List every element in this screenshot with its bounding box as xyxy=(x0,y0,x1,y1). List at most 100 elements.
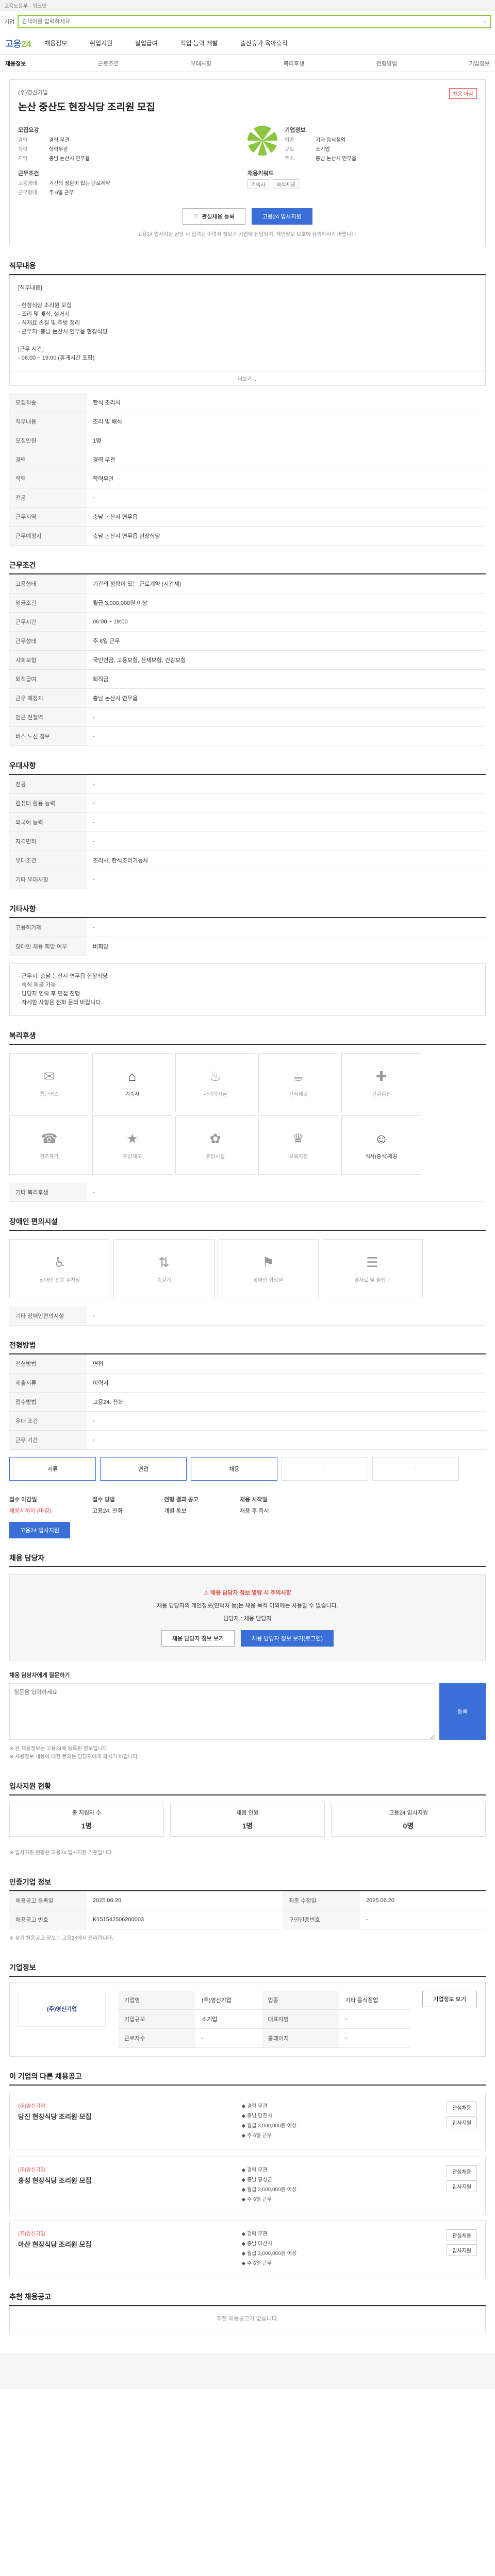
apply-notice: 고용24 입사지원 담당 시 입력된 이력서 정보가 기업에 전달되며, 개인정… xyxy=(137,232,358,238)
recruit-label: 모집요강 xyxy=(18,127,39,133)
logo[interactable]: 고용24 xyxy=(5,37,31,49)
facility-item: ⇅ 승강기 xyxy=(113,1239,214,1298)
section-title: 직무내용 xyxy=(9,261,486,275)
crown-icon: ♛ xyxy=(292,1130,305,1146)
tab-4[interactable]: 전형방법 xyxy=(376,59,397,67)
etc-table: 고용허가제 - 장애인 채용 희망 여부 비희망 xyxy=(9,918,486,956)
similar-job[interactable]: (주)영신기업 홍성 현장식당 조리원 모집 ◆ 경력 무관 ◆ 충남 홍성군 ◆ 월… xyxy=(9,2157,486,2213)
process-step: 서류 xyxy=(9,1457,96,1481)
gnb-item-1[interactable]: 취업지원 xyxy=(90,40,112,47)
health-icon: ✚ xyxy=(375,1068,387,1084)
logo-pre: 고용 xyxy=(5,39,22,49)
facility-item: ♿ 장애인 전용 주차장 xyxy=(9,1239,110,1298)
gnb-item-2[interactable]: 실업급여 xyxy=(135,40,158,47)
welfare-item: ✉ 통근버스 xyxy=(9,1053,89,1112)
star-icon: ★ xyxy=(126,1130,139,1146)
company-name[interactable]: (주)영신기업 xyxy=(18,88,477,96)
stat-item: 총 지원자 수 1명 xyxy=(9,1803,164,1837)
job-title: 논산 중산도 현장식당 조리원 모집 xyxy=(18,102,155,113)
search-icon[interactable]: ⌕ xyxy=(484,19,487,25)
save-button[interactable]: 관심채용 xyxy=(447,2165,477,2177)
disabled-table: 기타 장애인편의시설 - xyxy=(9,1307,486,1326)
company-info-button[interactable]: 기업정보 보기 xyxy=(422,1991,477,2007)
footer xyxy=(0,2353,495,2389)
more-button[interactable]: 더보기 ⌄ xyxy=(9,371,486,386)
section-title: 복리후생 xyxy=(9,1030,486,1045)
tab-2[interactable]: 우대사항 xyxy=(191,59,211,67)
warning-icon: ⚠ xyxy=(204,1590,209,1596)
search-input[interactable] xyxy=(22,19,484,25)
tab-5[interactable]: 기업정보 xyxy=(469,59,489,67)
section-title: 기타사항 xyxy=(9,904,486,918)
contact-view-button[interactable]: 채용 담당자 정보 보기 xyxy=(161,1630,235,1647)
elevator-icon: ⇅ xyxy=(158,1254,170,1270)
company-card: (주)영신기업 기업명 (주)영신기업 업종 기타 음식점업 기업규모 소기업 대표자명 -… xyxy=(9,1982,486,2057)
tags-label: 채용키워드 xyxy=(248,171,274,177)
process-step: - xyxy=(282,1457,368,1481)
section-title: 채용 담당자 xyxy=(9,1553,486,1567)
apply-button[interactable]: 고용24 입사지원 xyxy=(251,208,312,225)
save-button[interactable]: 관심채용 xyxy=(447,2229,477,2241)
process-table: 전형방법 면접 제출서류 이력서 접수방법 고용24, 전화 우대 조건 - 근무 기간… xyxy=(9,1354,486,1450)
gnb: 채용정보 취업지원 실업급여 직업 능력 개발 출산휴가 육아휴직 xyxy=(44,39,308,47)
welfare-item: ✿ 휴양시설 xyxy=(175,1115,255,1175)
deadline-info: 접수 마감일 채용시까지 (마감) 접수 방법 고용24, 전화 전형 결과 공고 개… xyxy=(9,1497,269,1514)
section-title: 장애인 편의시설 xyxy=(9,1216,486,1231)
process-steps: 서류 면접 채용 - - xyxy=(9,1450,486,1488)
process-step: 면접 xyxy=(100,1457,187,1481)
save-button[interactable]: 관심채용 xyxy=(447,2102,477,2113)
notes: ※ 본 채용정보는 고용24에 등록된 정보입니다. ※ 채용정보 내용에 대한… xyxy=(9,1746,139,1760)
tab-3[interactable]: 복리후생 xyxy=(284,59,304,67)
tab-1[interactable]: 근로조건 xyxy=(98,59,119,67)
ramp-icon: ☰ xyxy=(366,1254,378,1270)
apply-button[interactable]: 입사지원 xyxy=(447,2116,477,2128)
company-logo xyxy=(248,126,277,156)
disabled-grid: ♿ 장애인 전용 주차장 ⇅ 승강기 ⚑ 장애인 화장실 ☰ 경사로 및 출입구 xyxy=(9,1231,486,1307)
similar-job[interactable]: (주)영신기업 아산 현장식당 조리원 모집 ◆ 경력 무관 ◆ 충남 아산시 ◆ 월… xyxy=(9,2221,486,2277)
question-textarea[interactable] xyxy=(9,1683,435,1740)
welfare-item: ★ 포상제도 xyxy=(92,1115,172,1175)
header: 고용24 채용정보 취업지원 실업급여 직업 능력 개발 출산휴가 육아휴직 xyxy=(0,32,495,55)
stats-note: ※ 입사지원 현황은 고용24 입사지원 기준입니다. xyxy=(9,1850,113,1856)
conditions-table: 고용형태 기간의 정함이 있는 근로계약 (시간제) 임금조건 월급 3,000,0… xyxy=(9,574,486,746)
contact-login-button[interactable]: 채용 담당자 정보 보기(로그인) xyxy=(241,1630,334,1647)
welfare-item: ⌂ 기숙사 xyxy=(92,1053,172,1112)
summary-left: 모집요강 경력 경력 무관 학력 학력무관 지역 충남 논산시 연무읍 근무조건 고용… xyxy=(18,121,248,198)
search-scope[interactable]: 기업 xyxy=(4,18,14,26)
ref-note: ※ 상기 채용공고 정보는 고용24에서 관리합니다. xyxy=(9,1936,113,1941)
question-submit-button[interactable]: 등록 xyxy=(439,1683,486,1740)
gnb-item-0[interactable]: 채용정보 xyxy=(44,40,67,47)
welfare-item: ♨ 자녀학자금 xyxy=(175,1053,255,1112)
summary-right: 기업정보 업종 기타 음식점업 규모 소기업 주소 충남 논산시 연무읍 채용키워드 … xyxy=(248,121,477,198)
keyword-tag: 숙식제공 xyxy=(273,179,300,189)
page-tabs: 채용정보 근로조건 우대사항 복리후생 전형방법 기업정보 xyxy=(0,55,495,72)
apply-stats: 총 지원자 수 1명 채용 인원 1명 고용24 입사지원 0명 xyxy=(9,1795,486,1844)
side-label: 기업정보 xyxy=(285,127,306,133)
company-logo: (주)영신기업 xyxy=(18,1991,106,2027)
apply-button[interactable]: 입사지원 xyxy=(447,2244,477,2256)
section-title: 이 기업의 다른 채용공고 xyxy=(9,2071,486,2086)
welfare-grid: ✉ 통근버스 ⌂ 기숙사 ♨ 자녀학자금 ☕ 간식제공 ✚ 건강검진 ☎ 경조휴가 ★ 포상제… xyxy=(9,1045,486,1183)
stat-item: 고용24 입사지원 0명 xyxy=(331,1803,486,1837)
top-bar: 고용노동부 · 워크넷 xyxy=(0,0,495,11)
welfare-item: ☎ 경조휴가 xyxy=(9,1115,89,1175)
work-label: 근무조건 xyxy=(18,171,39,177)
etc-text: · 근무지: 충남 논산시 연무읍 현장식당 · 숙식 제공 가능 · 담당자 … xyxy=(9,963,486,1016)
gnb-item-3[interactable]: 직업 능력 개발 xyxy=(180,40,218,47)
bus-icon: ✉ xyxy=(43,1068,55,1084)
gnb-item-4[interactable]: 출산휴가 육아휴직 xyxy=(240,40,288,47)
job-description: [직무내용] - 현장식당 조리원 모집 - 조리 및 배식, 설거지 - 식재… xyxy=(9,275,486,371)
welfare-item: ☺ 식사(중식)제공 xyxy=(341,1115,421,1175)
similar-job[interactable]: (주)영신기업 당진 현장식당 조리원 모집 ◆ 경력 무관 ◆ 충남 당진시 ◆ 월… xyxy=(9,2093,486,2149)
apply-button-bottom[interactable]: 고용24 입사지원 xyxy=(9,1522,71,1538)
status-badge: 채용 마감 xyxy=(449,88,477,99)
section-title: 근무조건 xyxy=(9,560,486,574)
school-icon: ♨ xyxy=(209,1068,222,1084)
stat-item: 채용 인원 1명 xyxy=(170,1803,325,1837)
welfare-item: ♛ 교육지원 xyxy=(258,1115,338,1175)
apply-button[interactable]: 입사지원 xyxy=(447,2180,477,2192)
heart-icon: ♡ xyxy=(193,213,199,220)
tab-0[interactable]: 채용정보 xyxy=(5,59,26,67)
flower-icon: ✿ xyxy=(209,1130,221,1146)
save-job-button[interactable]: ♡ 관심채용 등록 xyxy=(183,208,245,225)
